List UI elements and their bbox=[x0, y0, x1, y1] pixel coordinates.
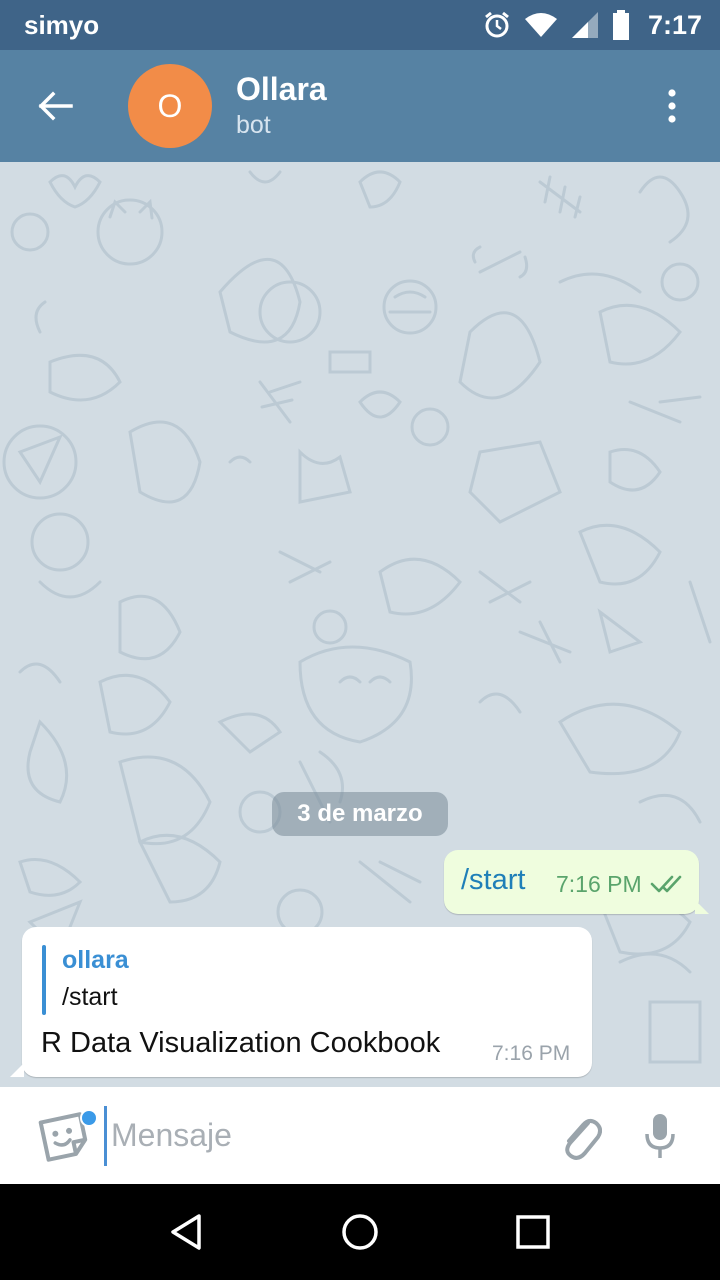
nav-home-button[interactable] bbox=[310, 1184, 410, 1280]
notification-dot bbox=[80, 1109, 98, 1127]
double-check-icon bbox=[650, 875, 682, 893]
triangle-back-icon bbox=[170, 1214, 201, 1250]
carrier-name: simyo bbox=[24, 9, 100, 40]
circle-home-icon bbox=[342, 1214, 378, 1250]
chat-header: O Ollara bot bbox=[0, 50, 720, 162]
back-arrow-icon bbox=[38, 91, 73, 121]
reply-text[interactable]: /start bbox=[62, 983, 118, 1012]
back-button[interactable] bbox=[0, 50, 110, 162]
chat-subtitle: bot bbox=[236, 111, 271, 139]
signal-icon bbox=[571, 12, 598, 38]
more-options-button[interactable] bbox=[624, 50, 720, 162]
message-composer bbox=[0, 1087, 720, 1184]
avatar-letter: O bbox=[157, 87, 183, 124]
battery-icon bbox=[612, 10, 629, 40]
message-input[interactable] bbox=[104, 1105, 544, 1166]
status-time: 7:17 bbox=[647, 9, 702, 40]
reply-author[interactable]: ollara bbox=[62, 946, 129, 975]
bubble-tail bbox=[695, 900, 709, 914]
voice-record-button[interactable] bbox=[620, 1087, 700, 1184]
paperclip-icon bbox=[565, 1118, 602, 1160]
bubble-tail bbox=[10, 1063, 24, 1077]
sticker-button[interactable] bbox=[24, 1087, 104, 1184]
more-vert-icon bbox=[668, 89, 676, 123]
incoming-message-bubble[interactable]: ollara /start R Data Visualization Cookb… bbox=[10, 927, 592, 1077]
microphone-icon bbox=[645, 1113, 675, 1158]
nav-back-button[interactable] bbox=[137, 1184, 237, 1280]
status-icons: 7:17 bbox=[482, 10, 702, 41]
attach-button[interactable] bbox=[552, 1087, 608, 1184]
message-text[interactable]: R Data Visualization Cookbook bbox=[41, 1027, 440, 1060]
system-navigation-bar bbox=[0, 1184, 720, 1280]
chat-area[interactable]: 3 de marzo /start 7:16 PM ollara /start … bbox=[0, 162, 720, 1087]
message-text[interactable]: /start bbox=[461, 864, 525, 897]
status-bar: simyo 7:17 bbox=[0, 0, 720, 50]
alarm-icon bbox=[485, 11, 509, 38]
date-separator: 3 de marzo bbox=[272, 792, 448, 836]
chat-title-block[interactable]: Ollara bot bbox=[236, 70, 327, 142]
wifi-icon bbox=[524, 13, 557, 37]
message-time: 7:16 PM bbox=[556, 871, 642, 897]
message-time: 7:16 PM bbox=[492, 1042, 571, 1065]
avatar[interactable]: O bbox=[128, 64, 212, 148]
outgoing-message-bubble[interactable]: /start 7:16 PM bbox=[444, 850, 709, 914]
square-recents-icon bbox=[516, 1215, 551, 1249]
chat-title: Ollara bbox=[236, 71, 327, 107]
nav-recents-button[interactable] bbox=[483, 1184, 583, 1280]
reply-quote-bar bbox=[42, 945, 46, 1015]
